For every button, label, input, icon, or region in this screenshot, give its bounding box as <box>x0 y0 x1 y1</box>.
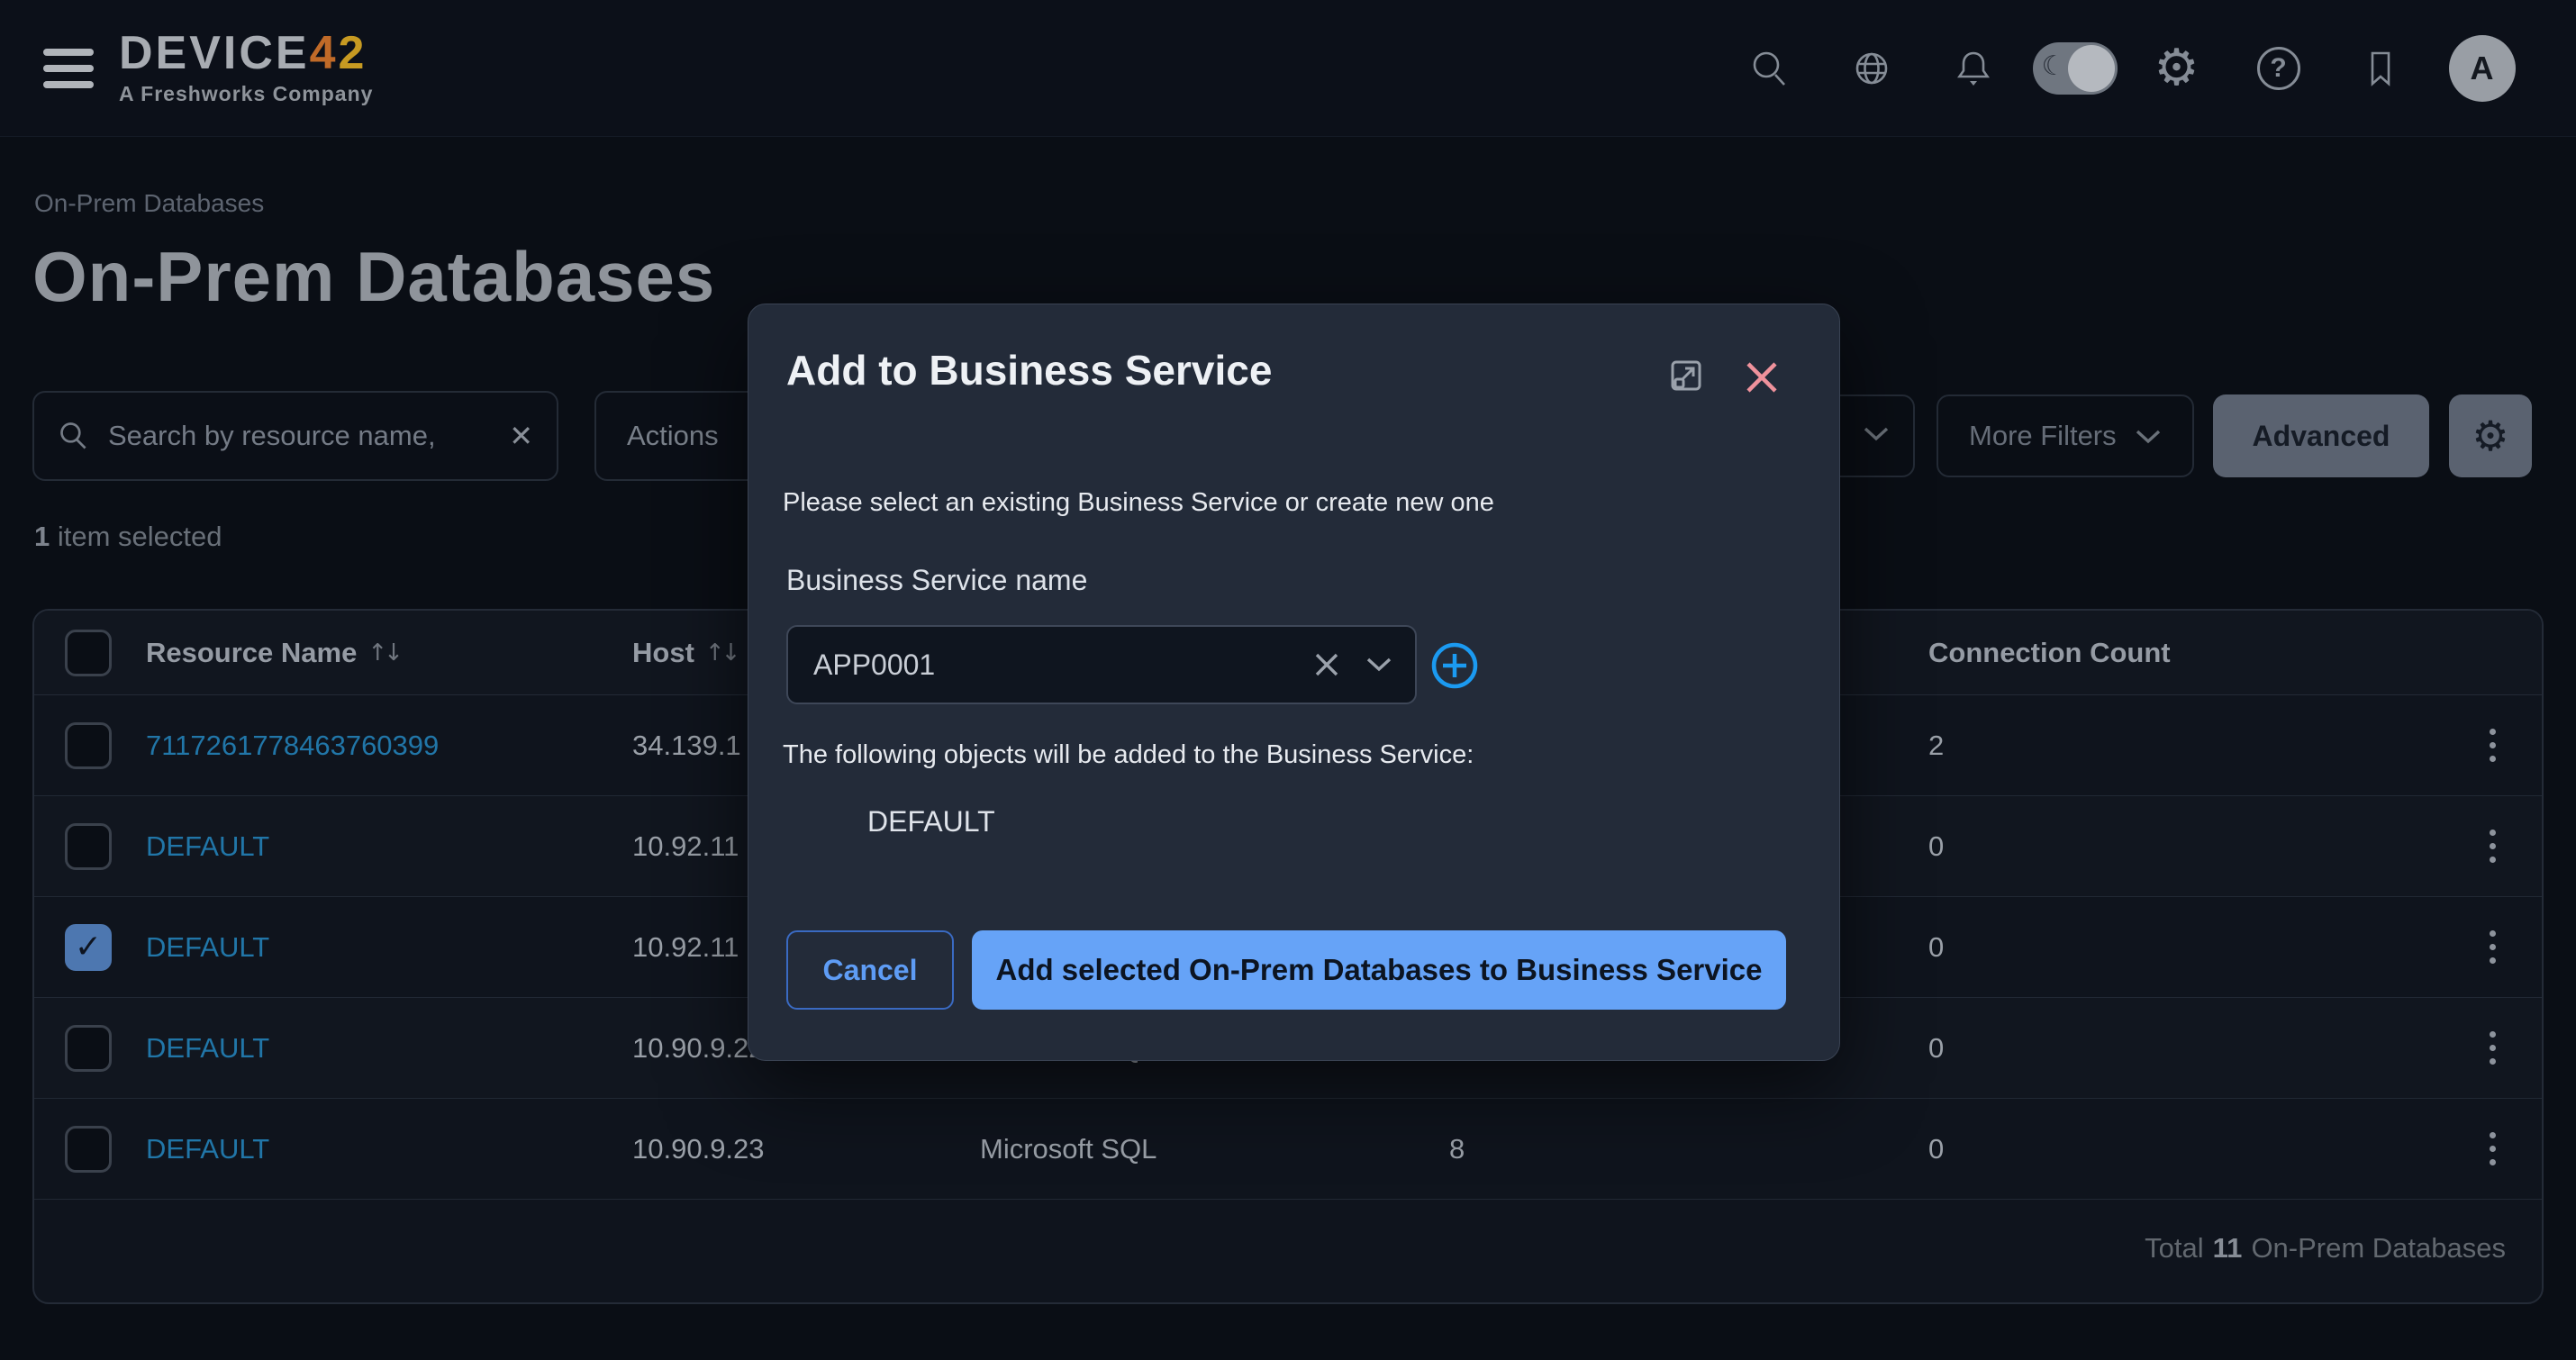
resource-name-link[interactable]: DEFAULT <box>146 830 632 863</box>
resource-name-link[interactable]: DEFAULT <box>146 1133 632 1165</box>
device42-logo: DEVICE42 A Freshworks Company <box>119 30 373 106</box>
row-kebab-menu-icon[interactable] <box>2474 1132 2510 1165</box>
sort-icon[interactable]: ↑↓ <box>367 639 400 666</box>
row-checkbox-checked[interactable]: ✓ <box>65 924 112 971</box>
host-cell: 10.90.9.23 <box>632 1133 980 1165</box>
objects-note: The following objects will be added to t… <box>783 740 1474 770</box>
search-icon[interactable] <box>1719 47 1820 90</box>
row-kebab-menu-icon[interactable] <box>2474 830 2510 863</box>
search-placeholder: Search by resource name, <box>108 420 491 452</box>
create-business-service-icon[interactable] <box>1429 640 1480 695</box>
advanced-label: Advanced <box>2253 420 2390 453</box>
table-row: ✓ DEFAULT 10.90.9.23 Microsoft SQL 8 0 <box>34 1099 2542 1200</box>
row-checkbox[interactable]: ✓ <box>65 1126 112 1173</box>
help-icon[interactable]: ? <box>2227 47 2329 90</box>
search-icon <box>58 420 90 452</box>
settings-gear-icon[interactable]: ⚙ <box>2126 43 2227 94</box>
modal-description: Please select an existing Business Servi… <box>783 488 1494 518</box>
cancel-button[interactable]: Cancel <box>786 930 954 1010</box>
chevron-down-icon[interactable] <box>1365 656 1393 674</box>
more-filters-label: More Filters <box>1969 420 2117 452</box>
business-service-name-label: Business Service name <box>786 564 1087 597</box>
page-title: On-Prem Databases <box>32 236 715 318</box>
row-kebab-menu-icon[interactable] <box>2474 930 2510 964</box>
resource-name-link[interactable]: DEFAULT <box>146 1032 632 1065</box>
row-checkbox[interactable]: ✓ <box>65 1025 112 1072</box>
select-all-checkbox[interactable]: ✓ <box>65 630 112 676</box>
breadcrumb[interactable]: On-Prem Databases <box>34 189 264 218</box>
object-list-item: DEFAULT <box>867 805 995 839</box>
actions-label: Actions <box>627 420 719 452</box>
logo-text: DEVICE <box>119 27 310 79</box>
moon-icon: ☾ <box>2042 50 2066 82</box>
modal-title: Add to Business Service <box>786 346 1272 394</box>
sort-icon[interactable]: ↑↓ <box>705 639 738 666</box>
table-settings-gear-button[interactable]: ⚙ <box>2449 394 2532 477</box>
mid-count-cell: 8 <box>1449 1133 1928 1165</box>
connection-count-cell: 0 <box>1928 830 2474 863</box>
row-checkbox[interactable]: ✓ <box>65 722 112 769</box>
table-footer-total: Total 11 On-Prem Databases <box>34 1200 2542 1297</box>
theme-toggle[interactable]: ☾ <box>2024 42 2126 95</box>
column-header-resource-name[interactable]: Resource Name↑↓ <box>146 637 632 669</box>
submit-add-button[interactable]: Add selected On-Prem Databases to Busine… <box>972 930 1786 1010</box>
bookmark-icon[interactable] <box>2329 47 2431 90</box>
business-service-select[interactable]: APP0001 <box>786 625 1417 704</box>
connection-count-cell: 0 <box>1928 1032 2474 1065</box>
add-to-business-service-modal: Add to Business Service Please select an… <box>748 304 1840 1061</box>
total-count: 11 <box>2213 1232 2243 1265</box>
connection-count-cell: 0 <box>1928 1133 2474 1165</box>
connection-count-cell: 2 <box>1928 730 2474 762</box>
type-cell: Microsoft SQL <box>980 1133 1449 1165</box>
business-service-value: APP0001 <box>813 648 1312 682</box>
row-checkbox[interactable]: ✓ <box>65 823 112 870</box>
search-input[interactable]: Search by resource name, ✕ <box>32 391 558 481</box>
chevron-down-icon <box>2135 420 2162 452</box>
advanced-button[interactable]: Advanced <box>2213 394 2429 477</box>
globe-language-icon[interactable] <box>1820 47 1922 90</box>
search-clear-icon[interactable]: ✕ <box>509 419 533 453</box>
user-avatar[interactable]: A <box>2431 35 2533 102</box>
close-modal-icon[interactable] <box>1743 358 1781 401</box>
row-kebab-menu-icon[interactable] <box>2474 729 2510 762</box>
logo-tagline: A Freshworks Company <box>119 82 373 106</box>
column-header-connection-count[interactable]: Connection Count <box>1928 637 2474 669</box>
expand-modal-icon[interactable] <box>1664 357 1705 403</box>
selection-summary: 1 item selected <box>34 521 222 553</box>
notifications-bell-icon[interactable] <box>1922 47 2024 90</box>
row-kebab-menu-icon[interactable] <box>2474 1031 2510 1065</box>
selection-count: 1 <box>34 521 50 552</box>
toggle-knob <box>2068 45 2115 92</box>
top-navigation-bar: DEVICE42 A Freshworks Company ☾ ⚙ ? A <box>0 0 2576 137</box>
chevron-down-icon <box>1863 426 1890 447</box>
connection-count-cell: 0 <box>1928 931 2474 964</box>
hamburger-menu-icon[interactable] <box>43 49 94 88</box>
selection-label: item selected <box>50 521 222 552</box>
logo-accent-4: 4 <box>310 27 339 79</box>
resource-name-link[interactable]: DEFAULT <box>146 931 632 964</box>
logo-accent-2: 2 <box>339 27 367 79</box>
clear-selection-icon[interactable] <box>1312 650 1341 679</box>
more-filters-dropdown[interactable]: More Filters <box>1937 394 2194 477</box>
resource-name-link[interactable]: 7117261778463760399 <box>146 730 632 762</box>
